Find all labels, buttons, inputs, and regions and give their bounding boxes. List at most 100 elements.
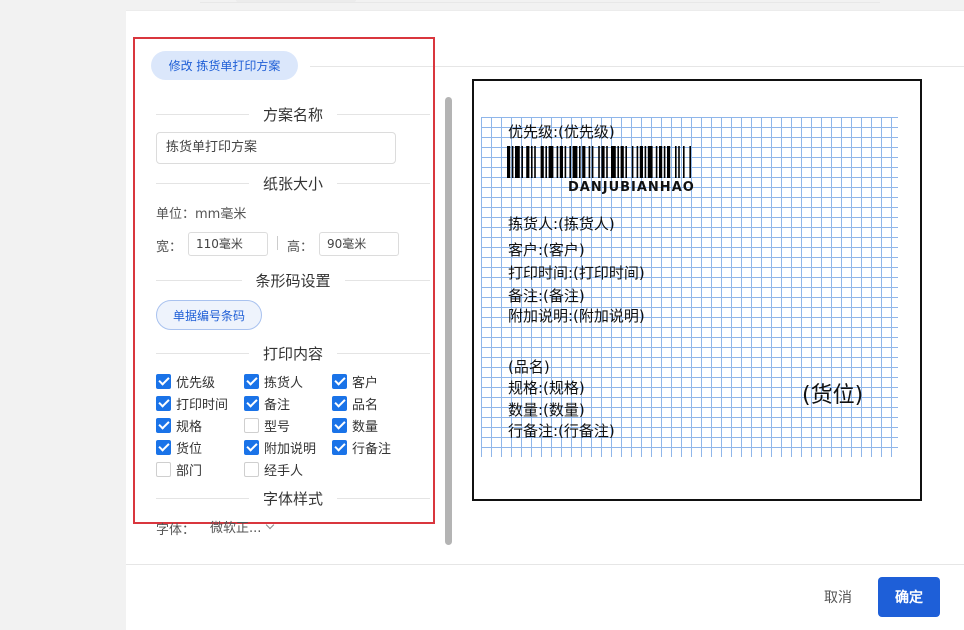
font-label: 字体： — [156, 523, 196, 538]
width-input[interactable]: 110毫米 — [188, 232, 268, 256]
print-item-checkbox[interactable]: 客户 — [332, 372, 378, 391]
barcode-bar — [636, 146, 639, 178]
footer-divider — [126, 564, 964, 565]
preview-picker: 拣货人:(拣货人) — [508, 215, 615, 233]
print-item-label: 优先级 — [176, 375, 216, 391]
section-scheme-name: 方案名称 — [156, 104, 430, 124]
checkbox-checked-icon[interactable] — [156, 417, 171, 433]
checkbox-checked-icon[interactable] — [332, 439, 347, 455]
checkbox-checked-icon[interactable] — [332, 373, 347, 389]
barcode-bar — [617, 146, 619, 178]
barcode-bar — [591, 146, 594, 178]
barcode-bar — [588, 146, 591, 178]
checkbox-unchecked-icon[interactable] — [156, 461, 171, 477]
print-item-checkbox[interactable]: 拣货人 — [244, 372, 304, 391]
barcode-bar — [572, 146, 578, 178]
print-item-label: 规格 — [176, 419, 203, 435]
barcode-bar — [534, 146, 536, 178]
barcode-bar — [655, 146, 658, 178]
preview-print-time: 打印时间:(打印时间) — [508, 264, 645, 282]
print-item-checkbox[interactable]: 部门 — [156, 460, 203, 479]
preview-customer: 客户:(客户) — [508, 241, 585, 259]
checkbox-unchecked-icon[interactable] — [244, 461, 259, 477]
checkbox-checked-icon[interactable] — [244, 395, 259, 411]
barcode-bar — [515, 146, 520, 178]
barcode-bar — [598, 146, 600, 178]
print-item-checkbox[interactable]: 品名 — [332, 394, 379, 413]
settings-scrollbar[interactable] — [445, 97, 452, 545]
print-item-label: 拣货人 — [264, 375, 304, 391]
preview-priority: 优先级:(优先级) — [508, 123, 615, 141]
section-paper-size: 纸张大小 — [156, 173, 430, 193]
print-item-label: 品名 — [352, 397, 379, 413]
barcode-bar — [678, 146, 680, 178]
checkbox-checked-icon[interactable] — [156, 395, 171, 411]
barcode-bar — [689, 146, 691, 178]
checkbox-checked-icon[interactable] — [244, 373, 259, 389]
print-item-checkbox[interactable]: 规格 — [156, 416, 203, 435]
height-label: 高： — [287, 240, 314, 255]
print-item-label: 打印时间 — [176, 397, 229, 413]
checkbox-checked-icon[interactable] — [332, 395, 347, 411]
barcode-bar — [521, 146, 523, 178]
print-item-checkbox[interactable]: 备注 — [244, 394, 290, 413]
print-item-label: 经手人 — [264, 463, 304, 479]
barcode-bar — [659, 146, 663, 178]
print-item-checkbox[interactable]: 经手人 — [244, 460, 304, 479]
checkbox-checked-icon[interactable] — [332, 417, 347, 433]
print-item-checkbox[interactable]: 数量 — [332, 416, 379, 435]
preview-location: (货位) — [802, 383, 864, 408]
preview-qty: 数量:(数量) — [508, 401, 585, 419]
print-item-checkbox[interactable]: 行备注 — [332, 438, 392, 457]
height-input[interactable]: 90毫米 — [319, 232, 399, 256]
width-label: 宽： — [156, 240, 183, 255]
background-text-fragment — [236, 0, 356, 2]
barcode-icon — [507, 146, 691, 178]
print-item-label: 附加说明 — [264, 441, 317, 457]
checkbox-checked-icon[interactable] — [156, 373, 171, 389]
scheme-name-input[interactable]: 拣货单打印方案 — [156, 132, 396, 164]
barcode-bar — [540, 146, 544, 178]
checkbox-checked-icon[interactable] — [244, 439, 259, 455]
print-item-checkbox[interactable]: 附加说明 — [244, 438, 317, 457]
chevron-down-icon — [266, 520, 275, 529]
print-item-checkbox[interactable]: 优先级 — [156, 372, 216, 391]
preview-remark: 备注:(备注) — [508, 287, 585, 305]
print-item-label: 部门 — [176, 463, 203, 479]
confirm-button[interactable]: 确定 — [878, 577, 940, 617]
barcode-bar — [667, 146, 671, 178]
print-item-checkbox[interactable]: 型号 — [244, 416, 290, 435]
barcode-bar — [548, 146, 554, 178]
barcode-bar — [564, 146, 567, 178]
preview-barcode-text: DANJUBIANHAO — [568, 180, 695, 195]
barcode-bar — [511, 146, 514, 178]
barcode-bar — [582, 146, 586, 178]
font-select[interactable]: 微软正... — [210, 517, 275, 536]
barcode-bar — [620, 146, 624, 178]
print-item-checkbox[interactable]: 货位 — [156, 438, 203, 457]
print-item-label: 行备注 — [352, 441, 392, 457]
unit-text: 单位：mm毫米 — [156, 207, 247, 222]
print-item-label: 货位 — [176, 441, 203, 457]
section-font-style: 字体样式 — [156, 488, 430, 508]
barcode-bar — [606, 146, 608, 178]
section-barcode-settings: 条形码设置 — [156, 270, 430, 290]
dialog-top-divider — [126, 10, 964, 11]
barcode-bar — [625, 146, 627, 178]
barcode-bar — [569, 146, 571, 178]
barcode-bar — [579, 146, 581, 178]
print-item-label: 数量 — [352, 419, 379, 435]
barcode-bar — [531, 146, 533, 178]
print-item-checkbox[interactable]: 打印时间 — [156, 394, 229, 413]
barcode-bar — [601, 146, 605, 178]
barcode-type-button[interactable]: 单据编号条码 — [156, 300, 262, 330]
checkbox-unchecked-icon[interactable] — [244, 417, 259, 433]
barcode-bar — [545, 146, 547, 178]
barcode-bar — [683, 146, 685, 178]
barcode-bar — [611, 146, 616, 178]
barcode-bar — [556, 146, 559, 178]
barcode-bar — [507, 146, 511, 178]
barcode-bar — [559, 146, 563, 178]
checkbox-checked-icon[interactable] — [156, 439, 171, 455]
cancel-button[interactable]: 取消 — [812, 584, 864, 610]
